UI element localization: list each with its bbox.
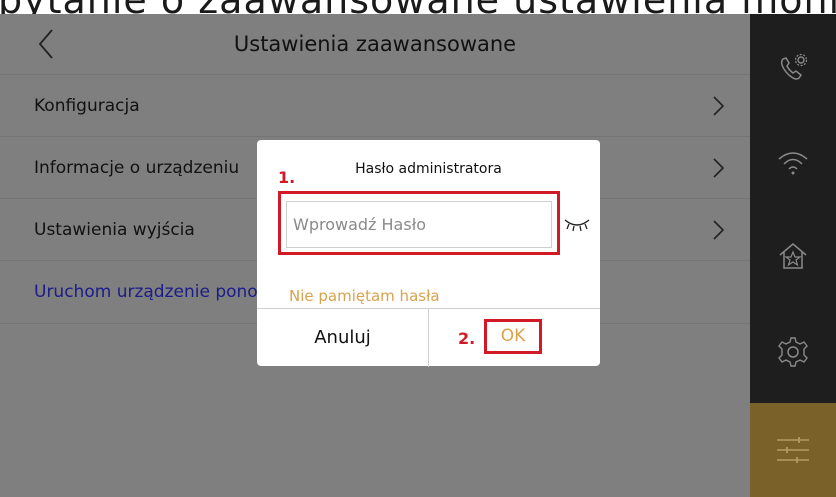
app-window: Ustawienia zaawansowane Konfiguracja Inf…: [0, 14, 836, 497]
cancel-button[interactable]: Anuluj: [257, 309, 428, 367]
sliders-icon: [777, 437, 809, 463]
menu-item-label: Informacje o urządzeniu: [34, 158, 240, 178]
sidebar-item-call-settings[interactable]: [750, 38, 836, 98]
admin-password-dialog: Hasło administratora 1. Nie pamiętam has…: [257, 140, 600, 367]
chevron-right-icon: [713, 158, 725, 178]
cropped-caption-text: pytanie o zaawansowane ustawienia monito…: [0, 0, 836, 14]
step-2-marker: 2.: [458, 329, 476, 348]
sidebar-item-home[interactable]: [750, 226, 836, 286]
ok-button[interactable]: OK: [484, 319, 542, 354]
page-title: Ustawienia zaawansowane: [233, 32, 517, 56]
sidebar: [750, 14, 836, 497]
menu-item-label: Ustawienia wyjścia: [34, 220, 195, 240]
chevron-right-icon: [713, 96, 725, 116]
sidebar-item-settings[interactable]: [750, 322, 836, 382]
dialog-footer: Anuluj 2. OK: [257, 308, 600, 367]
step-1-marker: 1.: [278, 168, 296, 187]
home-icon: [779, 243, 807, 269]
password-input[interactable]: [286, 201, 552, 248]
chevron-left-icon[interactable]: [30, 24, 70, 64]
dialog-title: Hasło administratora: [355, 161, 502, 177]
menu-item-label: Konfiguracja: [34, 96, 140, 116]
menu-item-configuration[interactable]: Konfiguracja: [0, 74, 750, 137]
cropped-caption: pytanie o zaawansowane ustawienia monito…: [0, 0, 836, 14]
sidebar-item-wifi[interactable]: [750, 132, 836, 192]
forgot-password-link[interactable]: Nie pamiętam hasła: [289, 287, 440, 305]
chevron-right-icon: [713, 220, 725, 240]
phone-settings-icon: [780, 53, 808, 80]
button-divider: [428, 309, 429, 367]
gear-icon: [778, 337, 808, 367]
header: Ustawienia zaawansowane: [0, 14, 750, 74]
eye-closed-icon[interactable]: [563, 216, 591, 232]
wifi-icon: [778, 152, 808, 175]
sidebar-item-advanced[interactable]: [750, 403, 836, 497]
